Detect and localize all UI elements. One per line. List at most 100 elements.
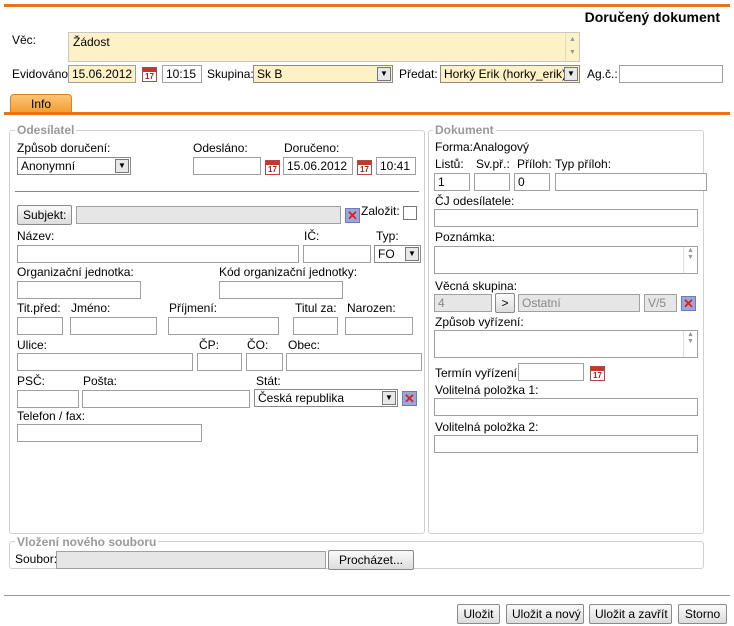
cj-label: ČJ odesílatele: (435, 194, 515, 208)
listu-input[interactable]: 1 (434, 173, 470, 191)
scrollbar[interactable]: ▲ ▼ (683, 247, 697, 273)
org-jednotka-input[interactable] (17, 281, 141, 299)
obec-input[interactable] (286, 353, 422, 371)
browse-button[interactable]: Procházet... (328, 550, 414, 570)
vol1-input[interactable] (434, 398, 698, 416)
co-label: ČO: (247, 338, 269, 352)
evidovano-time-input[interactable]: 10:15 (162, 65, 202, 83)
save-button[interactable]: Uložit (457, 604, 500, 624)
save-and-new-button[interactable]: Uložit a nový (506, 604, 584, 624)
prijmeni-input[interactable] (168, 317, 279, 335)
upload-legend: Vložení nového souboru (15, 535, 159, 549)
doruceno-label: Doručeno: (284, 141, 340, 155)
save-and-close-button[interactable]: Uložit a zavřít (589, 604, 672, 624)
soubor-field (56, 551, 326, 569)
narozen-input[interactable] (345, 317, 413, 335)
subjekt-button[interactable]: Subjekt: (17, 205, 72, 225)
vol2-input[interactable] (434, 435, 698, 453)
clear-vecna-icon[interactable]: ✕ (681, 296, 696, 311)
chevron-down-icon: ▼ (377, 67, 391, 81)
titulza-input[interactable] (293, 317, 338, 335)
typpriloh-label: Typ příloh: (555, 157, 612, 171)
calendar-icon[interactable]: 17 (265, 160, 280, 175)
termin-input[interactable] (518, 363, 584, 381)
poznamka-textarea[interactable]: ▲ ▼ (434, 246, 698, 274)
predat-select[interactable]: Horký Erik (horky_erik) ▼ (440, 65, 580, 83)
titpred-label: Tit.před: (17, 301, 61, 315)
typ-label: Typ: (376, 229, 399, 243)
odeslano-input[interactable] (193, 157, 261, 175)
posta-input[interactable] (82, 390, 250, 408)
vec-value: Žádost (73, 35, 110, 49)
zpusob-doruceni-select[interactable]: Anonymní ▼ (17, 157, 131, 175)
poznamka-label: Poznámka: (435, 230, 496, 244)
dokument-legend: Dokument (433, 123, 496, 137)
svpr-input[interactable] (474, 173, 510, 191)
telefon-label: Telefon / fax: (17, 409, 86, 423)
jmeno-input[interactable] (70, 317, 157, 335)
ic-label: IČ: (304, 229, 320, 243)
co-input[interactable] (246, 353, 283, 371)
psc-input[interactable] (17, 390, 79, 408)
calendar-icon[interactable]: 17 (590, 366, 605, 381)
vec-label: Věc: (12, 33, 37, 47)
psc-label: PSČ: (17, 374, 46, 388)
subjekt-field (76, 206, 341, 224)
cp-input[interactable] (197, 353, 242, 371)
priloh-input[interactable]: 0 (514, 173, 550, 191)
zpusob-vyrizeni-label: Způsob vyřízení: (435, 315, 524, 329)
clear-subjekt-icon[interactable]: ✕ (345, 208, 360, 223)
doruceno-time-input[interactable]: 10:41 (376, 157, 416, 175)
footer-divider (4, 595, 730, 596)
vecna-skupina-label: Věcná skupina: (435, 279, 518, 293)
obec-label: Obec: (288, 338, 321, 352)
nazev-input[interactable] (17, 245, 299, 263)
divider (15, 191, 419, 192)
titulza-label: Titul za: (295, 301, 337, 315)
chevron-down-icon: ▼ (564, 67, 578, 81)
vol2-label: Volitelná položka 2: (435, 420, 539, 434)
calendar-icon[interactable]: 17 (142, 67, 157, 82)
kod-org-input[interactable] (219, 281, 343, 299)
titpred-input[interactable] (17, 317, 63, 335)
telefon-input[interactable] (17, 424, 202, 442)
ulice-input[interactable] (17, 353, 193, 371)
forma-label: Forma: (435, 140, 474, 154)
ic-input[interactable] (303, 245, 371, 263)
top-accent-bar (4, 4, 730, 7)
typpriloh-input[interactable] (555, 173, 707, 191)
zpusob-doruceni-label: Způsob doručení: (17, 141, 111, 155)
vec-scrollbar[interactable]: ▲ ▼ (565, 33, 579, 61)
nazev-label: Název: (17, 229, 55, 243)
page-title: Doručený dokument (584, 9, 720, 25)
chevron-down-icon: ▼ (382, 391, 396, 405)
kod-org-label: Kód organizační jednotky: (219, 265, 358, 279)
clear-stat-icon[interactable]: ✕ (402, 391, 417, 406)
zalozit-label: Založit: (361, 204, 400, 218)
agc-input[interactable] (619, 65, 723, 83)
vecna-select-button[interactable]: > (495, 293, 515, 313)
odeslano-label: Odesláno: (193, 141, 248, 155)
vecna-name-field: Ostatní (518, 294, 640, 312)
scrollbar[interactable]: ▲ ▼ (683, 331, 697, 357)
ulice-label: Ulice: (17, 338, 48, 352)
tab-info[interactable]: Info (10, 94, 72, 113)
narozen-label: Narozen: (347, 301, 396, 315)
org-jednotka-label: Organizační jednotka: (17, 265, 134, 279)
zpusob-vyrizeni-textarea[interactable]: ▲ ▼ (434, 330, 698, 358)
vol1-label: Volitelná položka 1: (435, 383, 539, 397)
chevron-down-icon: ▼ (405, 247, 419, 261)
zalozit-checkbox[interactable] (403, 206, 417, 220)
chevron-down-icon: ▼ (115, 159, 129, 173)
cancel-button[interactable]: Storno (678, 604, 727, 624)
cp-label: ČP: (199, 338, 220, 352)
typ-select[interactable]: FO ▼ (374, 245, 421, 263)
calendar-icon[interactable]: 17 (357, 160, 372, 175)
evidovano-date-input[interactable]: 15.06.2012 (68, 65, 136, 83)
doruceno-date-input[interactable]: 15.06.2012 (283, 157, 353, 175)
stat-select[interactable]: Česká republika ▼ (254, 389, 398, 407)
vec-textarea[interactable]: Žádost ▲ ▼ (68, 32, 580, 62)
tab-info-label: Info (30, 97, 51, 111)
skupina-select[interactable]: Sk B ▼ (253, 65, 393, 83)
cj-input[interactable] (434, 209, 698, 227)
